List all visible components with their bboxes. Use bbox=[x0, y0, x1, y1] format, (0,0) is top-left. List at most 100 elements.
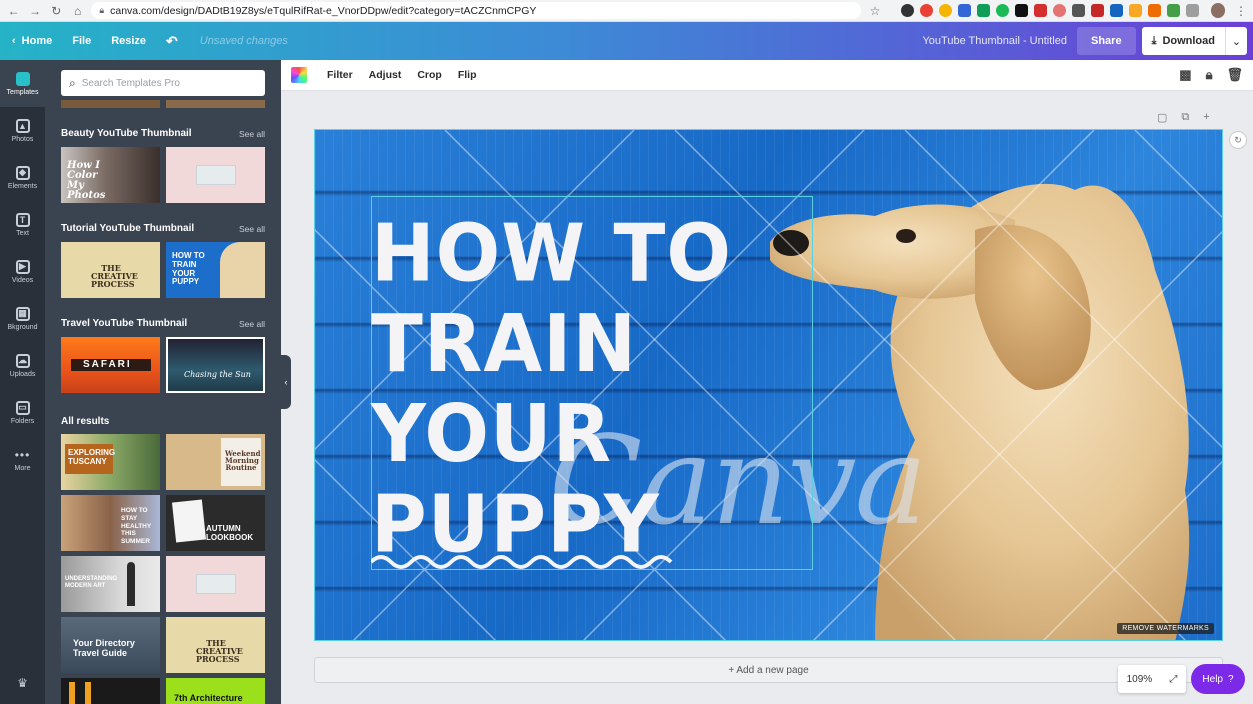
rail-item-templates[interactable]: Templates bbox=[0, 60, 45, 107]
section-title: Beauty YouTube Thumbnail bbox=[61, 128, 192, 139]
thumbnail-text: Your Directory Travel Guide bbox=[73, 638, 135, 658]
template-thumbnail[interactable]: How I Color My Photos bbox=[61, 147, 160, 203]
template-thumbnail[interactable] bbox=[166, 147, 265, 203]
duplicate-page-icon[interactable]: ⧉ bbox=[1181, 111, 1189, 124]
note-icon[interactable]: ▢ bbox=[1157, 111, 1167, 124]
transparency-icon[interactable]: ▩ bbox=[1179, 67, 1191, 83]
extension-icon[interactable] bbox=[1071, 4, 1085, 17]
document-title[interactable]: YouTube Thumbnail - Untitled bbox=[922, 35, 1077, 47]
back-arrow-icon[interactable]: ← bbox=[6, 4, 21, 18]
add-new-page-button[interactable]: + Add a new page bbox=[314, 657, 1223, 683]
rail-item-background[interactable]: ▦ Bkground bbox=[0, 295, 45, 342]
design-canvas[interactable]: Canva HOW TO TRAIN YOUR PUPPY REMOVE WAT… bbox=[314, 129, 1223, 641]
template-thumbnail[interactable]: 7th Architecture bbox=[166, 678, 265, 704]
template-thumbnail[interactable]: EXPLORING TUSCANY bbox=[61, 434, 160, 490]
template-search-input[interactable]: ⌕ Search Templates Pro bbox=[61, 70, 265, 96]
collapse-panel-button[interactable]: ‹ bbox=[281, 355, 291, 409]
template-thumbnail[interactable]: AUTUMN LOOKBOOK bbox=[166, 495, 265, 551]
download-options-button[interactable]: ⌄ bbox=[1225, 27, 1247, 55]
chevron-left-icon: ‹ bbox=[12, 35, 16, 47]
undo-button[interactable]: ↶ bbox=[156, 33, 188, 50]
bookmark-star-icon[interactable]: ☆ bbox=[867, 4, 882, 18]
rail-item-photos[interactable]: ▲ Photos bbox=[0, 107, 45, 154]
extension-icon[interactable] bbox=[1052, 4, 1066, 17]
extension-icon[interactable] bbox=[1014, 4, 1028, 17]
download-button[interactable]: ⤓ Download bbox=[1141, 27, 1225, 55]
extension-icon[interactable] bbox=[1033, 4, 1047, 17]
see-all-link[interactable]: See all bbox=[239, 319, 265, 329]
rail-label: More bbox=[14, 464, 31, 472]
share-button[interactable]: Share bbox=[1076, 27, 1136, 55]
extension-icon[interactable] bbox=[900, 4, 914, 17]
crown-icon[interactable]: ♛ bbox=[0, 676, 45, 690]
template-thumbnail[interactable] bbox=[61, 678, 160, 704]
color-picker-icon[interactable] bbox=[291, 67, 307, 83]
extension-icon[interactable] bbox=[957, 4, 971, 17]
address-bar[interactable]: 🔒︎ canva.com/design/DADtB19Z8ys/eTqulRif… bbox=[91, 2, 862, 19]
extension-icon[interactable] bbox=[1090, 4, 1104, 17]
remove-watermarks-button[interactable]: REMOVE WATERMARKS bbox=[1117, 623, 1214, 634]
template-thumbnail[interactable]: HOW TO STAY HEALTHY THIS SUMMER bbox=[61, 495, 160, 551]
thumbnail-text: EXPLORING TUSCANY bbox=[68, 448, 115, 466]
extension-icon[interactable] bbox=[976, 4, 990, 17]
headline-text[interactable]: HOW TO TRAIN YOUR PUPPY bbox=[371, 207, 732, 569]
extension-icon[interactable] bbox=[995, 4, 1009, 17]
extension-icon[interactable] bbox=[1109, 4, 1123, 17]
extension-icon[interactable] bbox=[1185, 4, 1199, 17]
template-thumbnail[interactable]: Weekend Morning Routine bbox=[166, 434, 265, 490]
headline-line: TRAIN bbox=[371, 296, 638, 390]
crop-button[interactable]: Crop bbox=[409, 69, 450, 81]
rail-item-uploads[interactable]: ☁ Uploads bbox=[0, 342, 45, 389]
thumbnail-text: SAFARI bbox=[83, 359, 132, 370]
template-thumbnail[interactable]: HOW TO TRAIN YOUR PUPPY bbox=[166, 242, 265, 298]
see-all-link[interactable]: See all bbox=[239, 129, 265, 139]
thumbnail-text: Chasing the Sun bbox=[184, 370, 251, 379]
extension-icon[interactable] bbox=[1166, 4, 1180, 17]
resize-button[interactable]: Resize bbox=[101, 35, 156, 47]
extension-icon[interactable] bbox=[919, 4, 933, 17]
template-thumbnail[interactable] bbox=[61, 100, 160, 108]
adjust-button[interactable]: Adjust bbox=[361, 69, 410, 81]
rail-item-videos[interactable]: ▶ Videos bbox=[0, 248, 45, 295]
text-icon: T bbox=[15, 212, 30, 227]
template-thumbnail[interactable]: THE CREATIVE PROCESS bbox=[166, 617, 265, 673]
forward-arrow-icon[interactable]: → bbox=[27, 4, 42, 18]
reload-icon[interactable]: ↻ bbox=[49, 4, 64, 18]
template-thumbnail[interactable]: THE CREATIVE PROCESS bbox=[61, 242, 160, 298]
file-label: File bbox=[72, 35, 92, 47]
uploads-icon: ☁ bbox=[15, 353, 30, 368]
lock-icon[interactable]: 🔒︎ bbox=[1206, 67, 1213, 83]
wavy-underline bbox=[371, 555, 673, 569]
template-thumbnail[interactable] bbox=[166, 556, 265, 612]
zoom-control[interactable]: 109% ⤢ bbox=[1118, 665, 1186, 693]
template-thumbnail[interactable]: Your Directory Travel Guide bbox=[61, 617, 160, 673]
profile-avatar[interactable] bbox=[1210, 3, 1226, 18]
thumbnail-text: How I Color My Photos bbox=[67, 160, 106, 201]
flip-button[interactable]: Flip bbox=[450, 69, 485, 81]
filter-button[interactable]: Filter bbox=[319, 69, 361, 81]
template-thumbnail[interactable]: UNDERSTANDING MODERN ART bbox=[61, 556, 160, 612]
rail-item-text[interactable]: T Text bbox=[0, 201, 45, 248]
fullscreen-icon[interactable]: ⤢ bbox=[1169, 674, 1177, 685]
trash-icon[interactable]: 🗑︎ bbox=[1226, 67, 1243, 83]
rail-item-folders[interactable]: ▭ Folders bbox=[0, 389, 45, 436]
add-page-icon[interactable]: + bbox=[1203, 111, 1209, 124]
extension-icon[interactable] bbox=[1147, 4, 1161, 17]
extension-icon[interactable] bbox=[938, 4, 952, 17]
template-thumbnail[interactable]: SAFARI bbox=[61, 337, 160, 393]
browser-menu-icon[interactable]: ⋮ bbox=[1235, 4, 1247, 18]
thumbnail-text: AUTUMN LOOKBOOK bbox=[206, 524, 253, 543]
rail-item-elements[interactable]: ◆ Elements bbox=[0, 154, 45, 201]
zoom-level[interactable]: 109% bbox=[1127, 674, 1153, 685]
help-button[interactable]: Help ? bbox=[1191, 664, 1245, 694]
extension-icon[interactable] bbox=[1128, 4, 1142, 17]
template-thumbnail[interactable] bbox=[166, 100, 265, 108]
rail-item-more[interactable]: ••• More bbox=[0, 436, 45, 483]
home-button[interactable]: ‹ Home bbox=[0, 35, 62, 47]
thumbnail-text: THE CREATIVE PROCESS bbox=[91, 264, 138, 288]
comment-icon[interactable]: ↻ bbox=[1229, 131, 1247, 149]
see-all-link[interactable]: See all bbox=[239, 224, 265, 234]
template-thumbnail[interactable]: Chasing the Sun bbox=[166, 337, 265, 393]
file-menu-button[interactable]: File bbox=[62, 35, 101, 47]
home-icon[interactable]: ⌂ bbox=[70, 4, 85, 18]
